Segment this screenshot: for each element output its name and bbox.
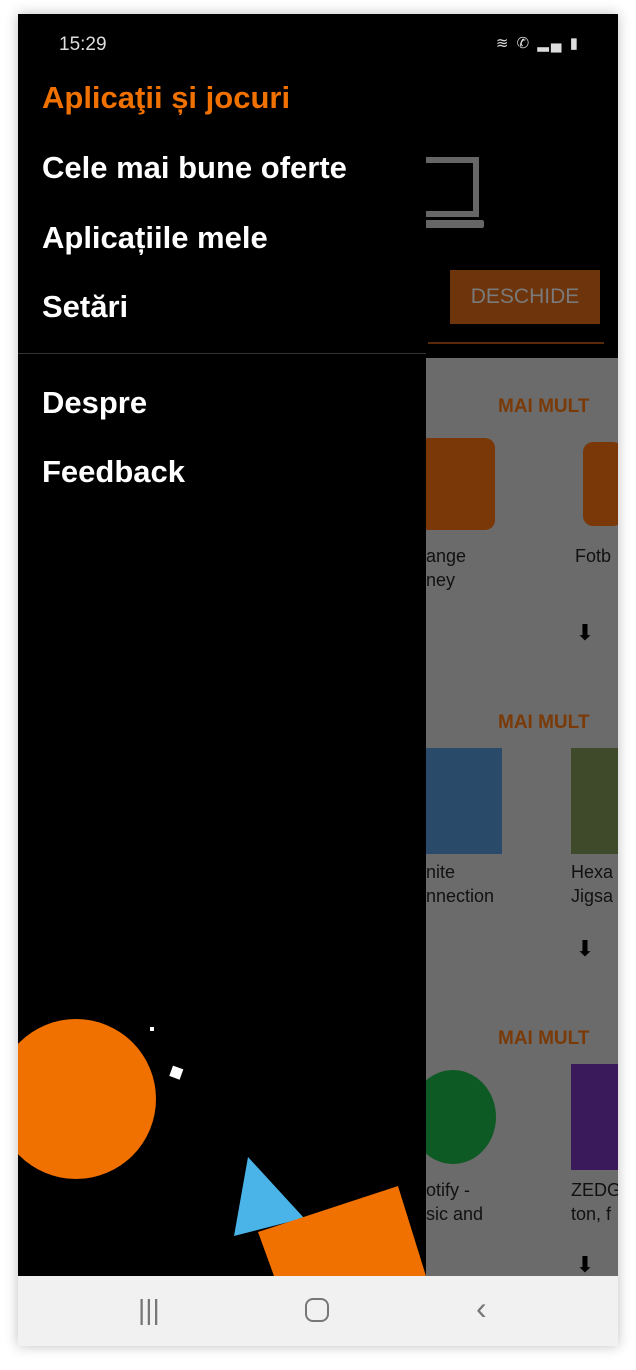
recents-button[interactable]: ||| xyxy=(138,1294,160,1326)
status-icons: ≋ ✆ ▂▄ ▮ xyxy=(496,34,580,52)
wifi-call-icon: ✆ xyxy=(516,35,532,52)
status-time: 15:29 xyxy=(59,34,107,55)
download-icon[interactable]: ⬇ xyxy=(573,620,597,648)
navigation-drawer: Aplicaţii și jocuri Cele mai bune oferte… xyxy=(18,14,426,1276)
more-link[interactable]: MAI MULT xyxy=(498,712,589,734)
app-name: ange ney xyxy=(426,546,467,590)
divider xyxy=(428,342,604,344)
decorative-shapes xyxy=(18,1019,426,1276)
back-button[interactable]: ‹ xyxy=(476,1290,487,1327)
menu-item-settings[interactable]: Setări xyxy=(42,289,128,325)
drawer-divider xyxy=(18,353,426,354)
decor-circle xyxy=(18,1019,156,1179)
app-icon-zedge[interactable] xyxy=(571,1064,618,1170)
more-link[interactable]: MAI MULT xyxy=(498,1028,589,1050)
decor-dot xyxy=(150,1027,154,1031)
app-name: otify - sic and xyxy=(426,1180,484,1224)
laptop-icon xyxy=(418,157,484,228)
battery-icon: ▮ xyxy=(569,35,580,52)
wifi-icon: ≋ xyxy=(495,35,511,52)
app-icon-orange-money[interactable] xyxy=(418,438,495,530)
more-link[interactable]: MAI MULT xyxy=(498,396,589,418)
app-icon-fotbal[interactable] xyxy=(583,442,618,526)
app-name: Fotb xyxy=(575,546,612,566)
app-icon-infinite-connection[interactable] xyxy=(418,748,502,854)
app-name: ZEDG ton, f xyxy=(571,1180,618,1224)
menu-item-best-offers[interactable]: Cele mai bune oferte xyxy=(42,150,347,186)
menu-item-apps-games[interactable]: Aplicaţii și jocuri xyxy=(42,80,290,116)
phone-screen: DESCHIDE MAI MULT ange ney Fotb ⬇ MAI MU… xyxy=(18,14,618,1346)
app-name: Hexa Jigsa xyxy=(571,862,614,906)
signal-icon: ▂▄ xyxy=(537,35,564,52)
app-name: nite nnection xyxy=(426,862,495,906)
home-button[interactable] xyxy=(305,1298,329,1322)
open-button[interactable]: DESCHIDE xyxy=(450,270,600,324)
decor-square xyxy=(169,1065,184,1080)
system-nav-bar: ||| ‹ xyxy=(18,1276,618,1346)
menu-item-my-apps[interactable]: Aplicațiile mele xyxy=(42,220,268,256)
menu-item-feedback[interactable]: Feedback xyxy=(42,454,185,490)
app-icon-hexa-jigsaw[interactable] xyxy=(571,748,618,854)
download-icon[interactable]: ⬇ xyxy=(573,936,597,964)
menu-item-about[interactable]: Despre xyxy=(42,385,147,421)
